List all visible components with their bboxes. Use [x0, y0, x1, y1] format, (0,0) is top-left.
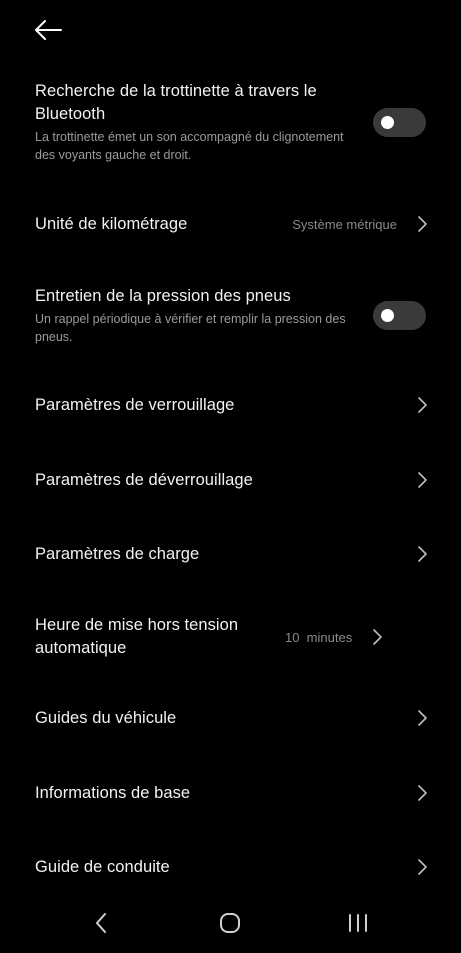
setting-value: 10 minutes — [285, 629, 353, 645]
system-nav-bar — [0, 895, 461, 953]
setting-charge[interactable]: Paramètres de charge — [0, 536, 461, 572]
setting-riding-guide-text: Guide de conduite — [35, 856, 415, 879]
setting-value: Système métrique — [292, 216, 397, 232]
setting-title: Guide de conduite — [35, 857, 170, 876]
chevron-right-icon — [370, 628, 383, 646]
setting-basic-info[interactable]: Informations de base — [0, 775, 461, 811]
nav-back-icon — [96, 913, 106, 933]
nav-home-icon — [220, 913, 240, 933]
toggle-knob — [381, 115, 394, 129]
setting-tire-pressure-text: Entretien de la pression des pneus Un ra… — [35, 285, 353, 346]
chevron-right-icon — [415, 784, 427, 802]
arrow-left-icon — [35, 20, 62, 40]
setting-basic-info-text: Informations de base — [35, 782, 415, 805]
setting-unlock-text: Paramètres de déverrouillage — [35, 469, 415, 492]
chevron-right-icon — [415, 858, 427, 876]
setting-title: Unité de kilométrage — [35, 214, 188, 233]
setting-description: La trottinette émet un son accompagné du… — [35, 130, 344, 162]
setting-title: Paramètres de charge — [35, 544, 200, 563]
setting-bluetooth-search: Recherche de la trottinette à travers le… — [0, 80, 461, 164]
setting-title: Recherche de la trottinette à travers le… — [35, 82, 317, 123]
setting-auto-power-off-text: Heure de mise hors tension automatique — [35, 614, 275, 660]
setting-riding-guide[interactable]: Guide de conduite — [0, 849, 461, 885]
back-button[interactable] — [30, 14, 66, 46]
setting-lock[interactable]: Paramètres de verrouillage — [0, 387, 461, 423]
setting-tire-pressure: Entretien de la pression des pneus Un ra… — [0, 284, 461, 346]
setting-lock-text: Paramètres de verrouillage — [35, 394, 415, 417]
tire-pressure-toggle[interactable] — [373, 300, 426, 330]
setting-unlock[interactable]: Paramètres de déverrouillage — [0, 462, 461, 498]
setting-title: Guides du véhicule — [35, 708, 177, 727]
nav-recents-icon — [349, 914, 367, 932]
setting-title: Paramètres de déverrouillage — [35, 470, 253, 489]
setting-mileage-unit-text: Unité de kilométrage — [35, 213, 282, 236]
setting-title: Paramètres de verrouillage — [35, 395, 235, 414]
setting-title: Entretien de la pression des pneus — [35, 286, 291, 305]
setting-bluetooth-search-text: Recherche de la trottinette à travers le… — [35, 80, 353, 164]
chevron-right-icon — [415, 471, 427, 489]
nav-back-button[interactable] — [81, 905, 121, 941]
toggle-knob — [381, 308, 394, 322]
setting-title: Informations de base — [35, 783, 191, 802]
bluetooth-search-toggle[interactable] — [373, 107, 426, 137]
setting-title: Heure de mise hors tension automatique — [35, 616, 239, 657]
chevron-right-icon — [415, 709, 427, 727]
setting-auto-power-off[interactable]: Heure de mise hors tension automatique 1… — [0, 612, 461, 662]
setting-vehicle-guides-text: Guides du véhicule — [35, 707, 415, 730]
setting-mileage-unit[interactable]: Unité de kilométrage Système métrique — [0, 206, 461, 242]
chevron-right-icon — [415, 545, 427, 563]
setting-charge-text: Paramètres de charge — [35, 543, 415, 566]
nav-recents-button[interactable] — [338, 905, 378, 941]
setting-vehicle-guides[interactable]: Guides du véhicule — [0, 700, 461, 736]
nav-home-button[interactable] — [210, 905, 250, 941]
chevron-right-icon — [415, 396, 427, 414]
chevron-right-icon — [415, 215, 427, 233]
setting-description: Un rappel périodique à vérifier et rempl… — [35, 311, 346, 344]
